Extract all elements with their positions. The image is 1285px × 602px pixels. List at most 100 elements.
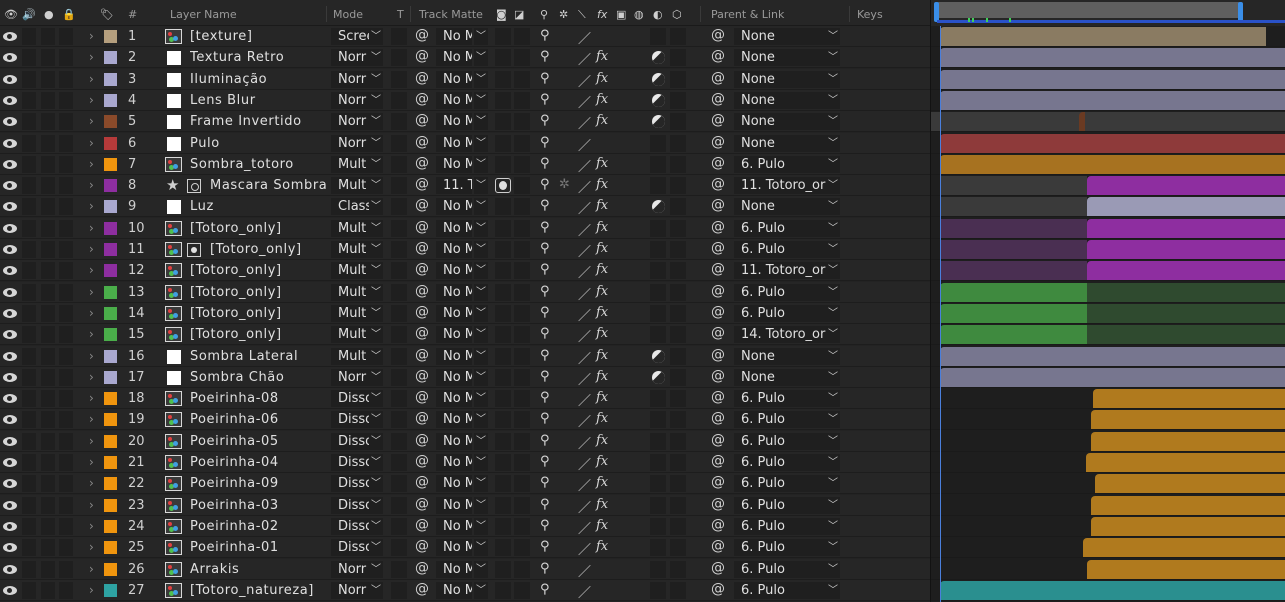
solo-switch[interactable] <box>41 518 55 535</box>
chevron-down-icon[interactable]: ﹀ <box>474 433 488 450</box>
shy-switch-icon[interactable]: ⚲ <box>540 390 550 405</box>
blend-mode-dropdown[interactable]: Norr <box>331 135 371 152</box>
layer-row[interactable]: › 2 Textura Retro Norr ﹀ @ No M ﹀ ⚲ ／ fx @ None ﹀ <box>0 47 930 68</box>
pickwhip-icon[interactable]: @ <box>415 560 429 576</box>
chevron-down-icon[interactable]: ﹀ <box>826 284 840 301</box>
effects-switch-icon[interactable]: fx <box>596 262 608 277</box>
chevron-down-icon[interactable]: ﹀ <box>826 92 840 109</box>
preserve-transparency-switch[interactable] <box>391 135 407 152</box>
preserve-transparency-switch[interactable] <box>391 284 407 301</box>
twirl-chevron-icon[interactable]: › <box>89 50 94 64</box>
twirl-chevron-icon[interactable]: › <box>89 434 94 448</box>
adjustment-switch[interactable] <box>650 475 666 492</box>
3d-layer-switch[interactable] <box>670 369 686 386</box>
eye-visibility-icon[interactable] <box>3 330 17 339</box>
blend-mode-dropdown[interactable]: Disso <box>331 539 371 556</box>
preserve-transparency-switch[interactable] <box>391 177 407 194</box>
lock-switch[interactable] <box>59 49 73 66</box>
quality-switch-icon[interactable]: ／ <box>578 177 591 196</box>
adjustment-layer-icon[interactable] <box>652 94 665 107</box>
matte-alpha-toggle[interactable] <box>495 561 511 578</box>
pickwhip-icon[interactable]: @ <box>415 283 429 299</box>
matte-invert-toggle[interactable] <box>514 49 530 66</box>
layer-duration-bar[interactable] <box>1087 197 1285 216</box>
matte-alpha-toggle[interactable] <box>495 220 511 237</box>
pickwhip-icon[interactable]: @ <box>415 112 429 128</box>
lock-switch[interactable] <box>59 390 73 407</box>
adjustment-switch[interactable] <box>650 390 666 407</box>
lock-switch[interactable] <box>59 262 73 279</box>
parent-dropdown[interactable]: 6. Pulo <box>734 475 826 492</box>
layer-name[interactable]: Poeirinha-09 <box>190 475 326 492</box>
chevron-down-icon[interactable]: ﹀ <box>826 369 840 386</box>
pickwhip-icon[interactable]: @ <box>415 304 429 320</box>
blend-mode-dropdown[interactable]: Disso <box>331 454 371 471</box>
chevron-down-icon[interactable]: ﹀ <box>474 156 488 173</box>
parent-dropdown[interactable]: 6. Pulo <box>734 518 826 535</box>
parent-pickwhip-icon[interactable]: @ <box>711 538 725 554</box>
chevron-down-icon[interactable]: ﹀ <box>826 220 840 237</box>
lock-switch[interactable] <box>59 582 73 599</box>
matte-invert-toggle[interactable] <box>514 198 530 215</box>
twirl-chevron-icon[interactable]: › <box>89 157 94 171</box>
collapse-switch-icon[interactable]: ✲ <box>559 177 570 192</box>
chevron-down-icon[interactable]: ﹀ <box>474 326 488 343</box>
parent-pickwhip-icon[interactable]: @ <box>711 70 725 86</box>
chevron-down-icon[interactable]: ﹀ <box>826 49 840 66</box>
chevron-down-icon[interactable]: ﹀ <box>474 582 488 599</box>
solo-switch[interactable] <box>41 348 55 365</box>
3d-layer-switch[interactable] <box>670 348 686 365</box>
parent-dropdown[interactable]: None <box>734 71 826 88</box>
col-number[interactable]: # <box>128 0 137 26</box>
eye-visibility-icon[interactable] <box>3 501 17 510</box>
parent-pickwhip-icon[interactable]: @ <box>711 48 725 64</box>
chevron-down-icon[interactable]: ﹀ <box>826 561 840 578</box>
parent-pickwhip-icon[interactable]: @ <box>711 261 725 277</box>
quality-switch-icon[interactable]: ／ <box>578 390 591 409</box>
shy-switch-icon[interactable]: ⚲ <box>540 177 550 192</box>
audio-switch[interactable] <box>22 220 36 237</box>
effects-switch-icon[interactable]: fx <box>596 475 608 490</box>
audio-switch[interactable] <box>22 454 36 471</box>
effects-switch-icon[interactable]: fx <box>596 92 608 107</box>
shy-switch-icon[interactable]: ⚲ <box>540 561 550 576</box>
preserve-transparency-switch[interactable] <box>391 28 407 45</box>
matte-alpha-toggle[interactable] <box>495 497 511 514</box>
label-color-swatch[interactable] <box>104 30 117 43</box>
solo-switch[interactable] <box>41 113 55 130</box>
audio-switch[interactable] <box>22 411 36 428</box>
3d-layer-switch[interactable] <box>670 113 686 130</box>
chevron-down-icon[interactable]: ﹀ <box>826 582 840 599</box>
lock-switch[interactable] <box>59 28 73 45</box>
parent-dropdown[interactable]: None <box>734 113 826 130</box>
quality-switch-icon[interactable]: ／ <box>578 92 591 111</box>
twirl-chevron-icon[interactable]: › <box>89 412 94 426</box>
parent-pickwhip-icon[interactable]: @ <box>711 410 725 426</box>
layer-track[interactable] <box>931 133 1285 154</box>
shy-switch-icon[interactable]: ⚲ <box>540 497 550 512</box>
parent-pickwhip-icon[interactable]: @ <box>711 112 725 128</box>
preserve-transparency-switch[interactable] <box>391 71 407 88</box>
matte-invert-toggle[interactable] <box>514 411 530 428</box>
layer-row[interactable]: › 3 Iluminação Norr ﹀ @ No M ﹀ ⚲ ／ fx @ None ﹀ <box>0 69 930 90</box>
track-matte-dropdown[interactable]: No M <box>436 305 472 322</box>
matte-alpha-toggle[interactable] <box>495 539 511 556</box>
label-color-swatch[interactable] <box>104 413 117 426</box>
solo-switch[interactable] <box>41 262 55 279</box>
blend-mode-dropdown[interactable]: Mult <box>331 177 371 194</box>
parent-dropdown[interactable]: 11. Totoro_or <box>734 177 826 194</box>
pickwhip-icon[interactable]: @ <box>415 432 429 448</box>
matte-alpha-toggle[interactable] <box>495 92 511 109</box>
quality-switch-icon[interactable]: ／ <box>578 348 591 367</box>
eye-visibility-icon[interactable] <box>3 479 17 488</box>
layer-name[interactable]: Poeirinha-06 <box>190 411 326 428</box>
layer-name[interactable]: [texture] <box>190 28 326 45</box>
chevron-down-icon[interactable]: ﹀ <box>369 497 383 514</box>
track-matte-dropdown[interactable]: No M <box>436 497 472 514</box>
shy-switch-icon[interactable]: ⚲ <box>540 326 550 341</box>
blend-mode-dropdown[interactable]: Mult <box>331 262 371 279</box>
matte-alpha-toggle[interactable] <box>495 49 511 66</box>
layer-duration-bar[interactable] <box>1087 176 1285 195</box>
label-color-swatch[interactable] <box>104 477 117 490</box>
chevron-down-icon[interactable]: ﹀ <box>369 92 383 109</box>
